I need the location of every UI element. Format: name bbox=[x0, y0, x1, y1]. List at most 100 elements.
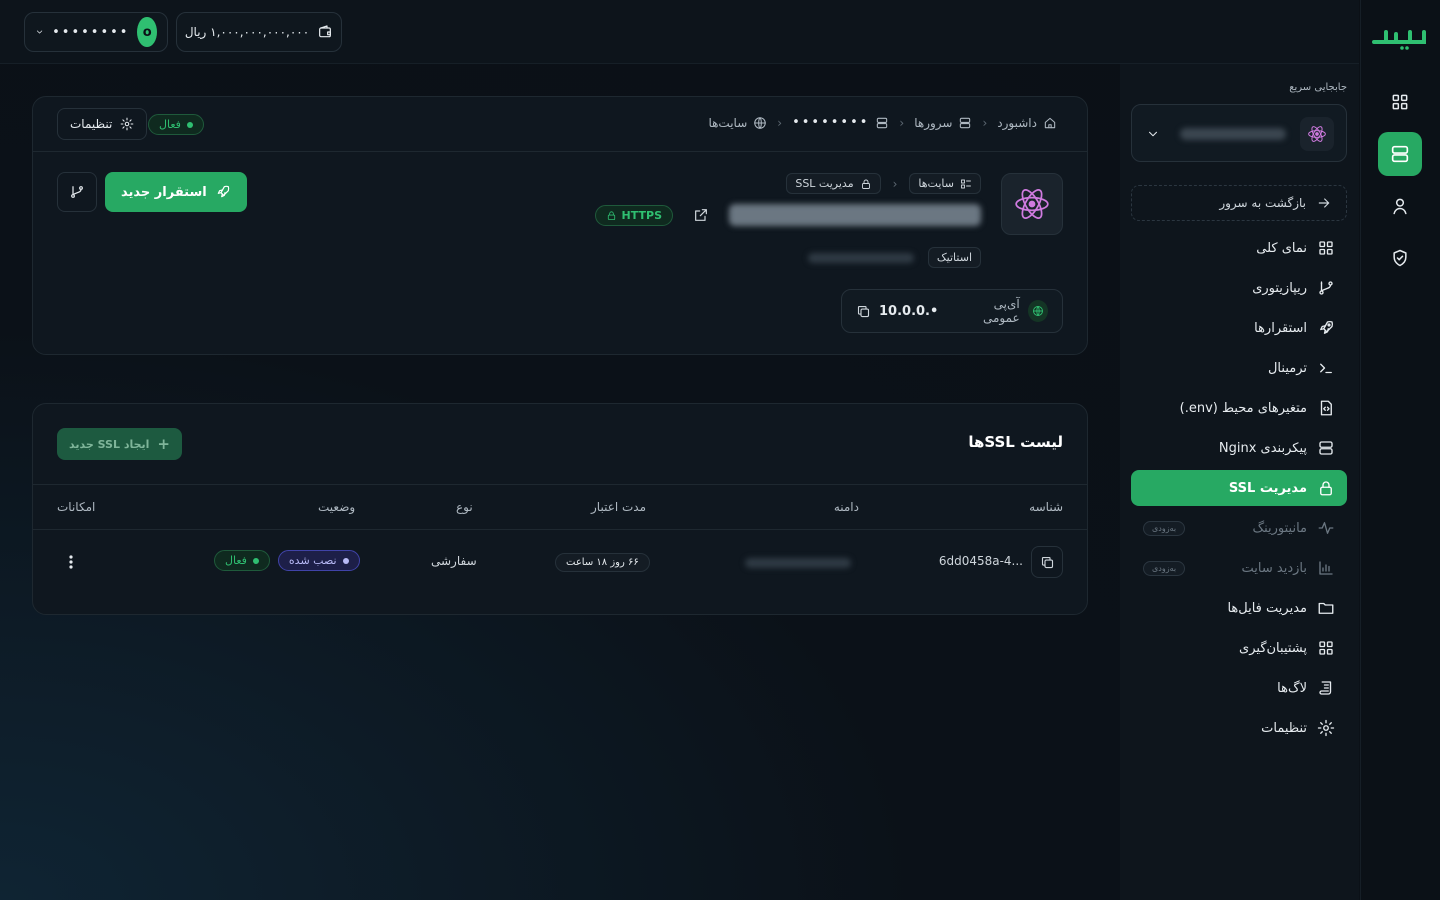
server-icon bbox=[1319, 441, 1333, 455]
tag-ssl[interactable]: مدیریت SSL bbox=[786, 173, 881, 194]
site-type-badge: استاتیک bbox=[927, 247, 981, 268]
branch-icon bbox=[71, 186, 83, 198]
sidebar-item-analytics[interactable]: بازدید سایت به‌زودی bbox=[1131, 550, 1347, 586]
arrow-right-icon bbox=[1318, 198, 1330, 208]
sidebar-item-files[interactable]: مدیریت فایل‌ها bbox=[1131, 590, 1347, 626]
folder-icon bbox=[1318, 602, 1334, 614]
col-status: وضعیت bbox=[318, 500, 356, 514]
back-label: بازگشت به سرور bbox=[1219, 196, 1306, 210]
icon-rail bbox=[1360, 0, 1440, 900]
kebab-icon bbox=[69, 555, 73, 569]
rail-dashboard-button[interactable] bbox=[1378, 80, 1422, 124]
globe-icon bbox=[754, 116, 767, 129]
grid-icon bbox=[1392, 94, 1408, 110]
sidebar-item-label: تنظیمات bbox=[1261, 720, 1307, 736]
status-dot bbox=[186, 121, 193, 128]
sidebar-item-deployments[interactable]: استقرارها bbox=[1131, 310, 1347, 346]
rocket-icon bbox=[1320, 320, 1334, 334]
sidebar-item-logs[interactable]: لاگ‌ها bbox=[1131, 670, 1347, 706]
copy-icon bbox=[1041, 556, 1053, 568]
gear-icon bbox=[1317, 719, 1335, 737]
status-badge: فعال bbox=[214, 550, 270, 571]
bar-chart-icon bbox=[1319, 561, 1333, 575]
server-icon bbox=[1391, 145, 1409, 163]
row-menu-button[interactable] bbox=[69, 554, 73, 570]
open-site-button[interactable] bbox=[687, 201, 715, 229]
breadcrumb-server[interactable]: •••••••• bbox=[792, 115, 889, 130]
status-badge: فعال bbox=[148, 114, 204, 135]
ssl-list-title: لیست SSLها bbox=[968, 433, 1063, 451]
sidebar-item-overview[interactable]: نمای کلی bbox=[1131, 230, 1347, 266]
coming-soon-badge: به‌زودی bbox=[1143, 560, 1186, 576]
user-menu[interactable]: o •••••••• bbox=[24, 12, 168, 52]
plus-icon: + bbox=[157, 435, 170, 453]
ssl-status-group: نصب شده فعال bbox=[214, 550, 360, 571]
wallet-balance[interactable]: ۱,۰۰۰,۰۰۰,۰۰۰,۰۰۰ ریال bbox=[176, 12, 342, 52]
installed-badge: نصب شده bbox=[277, 550, 360, 571]
breadcrumb-dashboard[interactable]: داشبورد bbox=[997, 116, 1057, 130]
user-icon bbox=[1393, 198, 1407, 215]
type-row: استاتیک bbox=[807, 247, 981, 268]
sidebar-item-label: پشتیبان‌گیری bbox=[1239, 640, 1307, 656]
lock-icon bbox=[607, 210, 615, 220]
ssl-validity: ۶۶ روز ۱۸ ساعت bbox=[555, 553, 650, 572]
list-icon bbox=[961, 179, 971, 188]
sidebar-item-label: ریپازیتوری bbox=[1252, 280, 1307, 296]
wallet-icon bbox=[319, 25, 332, 38]
new-ssl-button[interactable]: + ایجاد SSL جدید bbox=[57, 428, 182, 460]
site-meta-redacted bbox=[807, 252, 914, 263]
sidebar-item-backup[interactable]: پشتیبان‌گیری bbox=[1131, 630, 1347, 666]
chevron-left-icon: ‹ bbox=[892, 176, 898, 191]
col-id: شناسه bbox=[1029, 500, 1063, 514]
globe-icon bbox=[1027, 300, 1048, 322]
public-ip-value: 10.0.0.• bbox=[879, 303, 939, 319]
copy-id-button[interactable] bbox=[1031, 546, 1063, 578]
home-icon bbox=[1044, 117, 1056, 128]
branch-button[interactable] bbox=[57, 172, 97, 212]
breadcrumb-servers[interactable]: سرورها bbox=[914, 116, 972, 130]
sidebar-item-terminal[interactable]: ترمینال bbox=[1131, 350, 1347, 386]
sidebar-item-ssl[interactable]: مدیریت SSL bbox=[1131, 470, 1347, 506]
branch-icon bbox=[1319, 281, 1333, 295]
quick-switch-value-redacted bbox=[1180, 128, 1286, 140]
copy-icon bbox=[857, 305, 870, 317]
lock-icon bbox=[861, 179, 870, 189]
sidebar-item-monitoring[interactable]: مانیتورینگ به‌زودی bbox=[1131, 510, 1347, 546]
public-ip: آی‌پی عمومی 10.0.0.• bbox=[841, 289, 1063, 333]
table-row: 6dd0458a-4... ۶۶ روز ۱۸ ساعت سفارشی نصب … bbox=[33, 530, 1087, 596]
rail-account-button[interactable] bbox=[1378, 184, 1422, 228]
ssl-list-card: لیست SSLها + ایجاد SSL جدید شناسه دامنه … bbox=[32, 403, 1088, 615]
copy-ip-button[interactable] bbox=[856, 304, 871, 319]
rail-servers-button[interactable] bbox=[1378, 132, 1422, 176]
chevron-left-icon: ‹ bbox=[982, 115, 988, 130]
rail-security-button[interactable] bbox=[1378, 236, 1422, 280]
terminal-icon bbox=[1320, 363, 1332, 374]
sidebar-item-env[interactable]: متغیرهای محیط (env.) bbox=[1131, 390, 1347, 426]
sidebar-item-repository[interactable]: ریپازیتوری bbox=[1131, 270, 1347, 306]
table-header: شناسه دامنه مدت اعتبار نوع وضعیت امکانات bbox=[33, 484, 1087, 530]
site-settings-button[interactable]: تنظیمات bbox=[57, 108, 148, 140]
sidebar-item-label: استقرارها bbox=[1254, 320, 1307, 336]
site-card: داشبورد ‹ سرورها ‹ •••••••• ‹ سایت‌ها فع… bbox=[32, 96, 1088, 355]
user-name: •••••••• bbox=[52, 24, 130, 40]
brand-logo[interactable] bbox=[1370, 20, 1428, 50]
chevron-left-icon: ‹ bbox=[777, 115, 783, 130]
avatar: o bbox=[137, 17, 157, 47]
ssl-domain-redacted bbox=[745, 558, 851, 568]
new-deployment-button[interactable]: استقرار جدید bbox=[105, 172, 247, 212]
sidebar-item-label: مدیریت فایل‌ها bbox=[1227, 600, 1307, 616]
quick-switch-select[interactable] bbox=[1131, 104, 1347, 162]
quick-switch-title: جابجایی سریع bbox=[1289, 82, 1347, 93]
shield-icon bbox=[1393, 249, 1407, 267]
sidebar-item-settings[interactable]: تنظیمات bbox=[1131, 710, 1347, 746]
sidebar-item-nginx[interactable]: پیکربندی Nginx bbox=[1131, 430, 1347, 466]
tag-sites[interactable]: سایت‌ها bbox=[909, 173, 981, 194]
site-card-header: داشبورد ‹ سرورها ‹ •••••••• ‹ سایت‌ها فع… bbox=[33, 97, 1087, 152]
back-to-server-button[interactable]: بازگشت به سرور bbox=[1131, 185, 1347, 221]
sidebar-item-label: ترمینال bbox=[1267, 360, 1307, 376]
rocket-icon bbox=[217, 185, 229, 198]
react-icon bbox=[1001, 173, 1063, 235]
grid-icon bbox=[1319, 641, 1333, 655]
pulse-icon bbox=[1318, 522, 1334, 534]
breadcrumb-sites[interactable]: سایت‌ها bbox=[708, 116, 767, 130]
